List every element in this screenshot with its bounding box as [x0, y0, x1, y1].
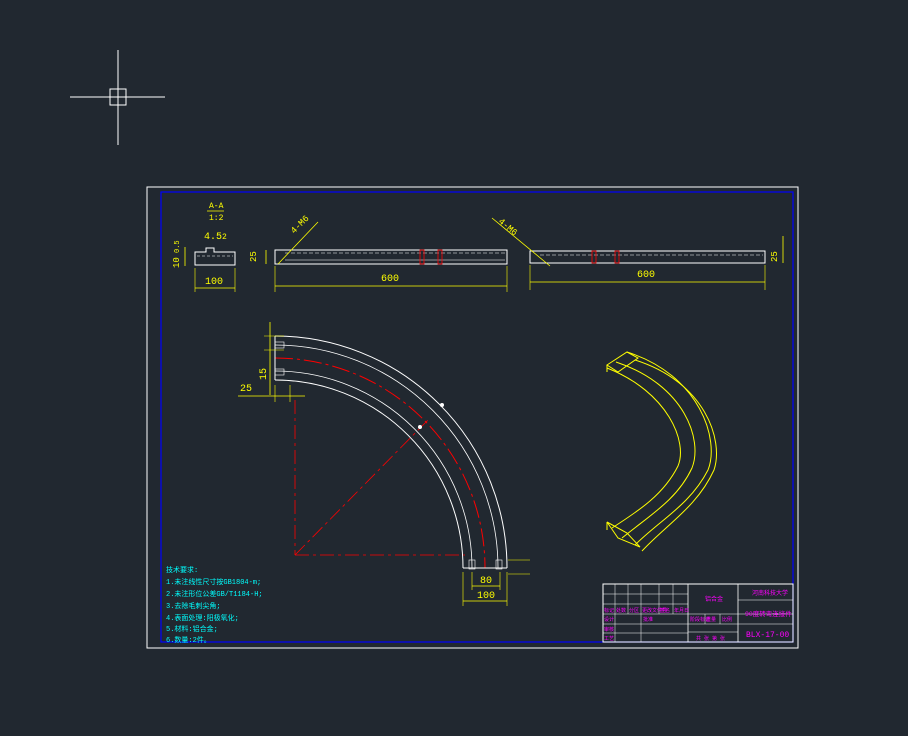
- section-label-bottom: 1:2: [209, 214, 224, 223]
- title-row-label: 设计: [604, 616, 614, 623]
- section-dim-top-small: 2: [222, 233, 227, 242]
- section-dim-height: 10: [172, 257, 182, 268]
- title-mid-label: 年月日: [674, 607, 689, 614]
- title-drawing-no: BLX-17-00: [746, 631, 789, 640]
- title-school: 河南科技大学: [752, 589, 788, 597]
- section-view: A-A 1:2 4.5 2 10 0.5 100: [172, 202, 236, 292]
- title-sheet-label: 共 张 第 张: [696, 635, 725, 642]
- front-dim-height: 25: [249, 251, 259, 262]
- title-scale-label: 比例: [722, 616, 732, 623]
- title-mid-label: 分区: [629, 607, 639, 614]
- section-dim-width: 100: [205, 277, 223, 288]
- title-mid-label: 标记: [604, 607, 614, 614]
- title-part-name: 90度转弯连接件: [745, 609, 792, 618]
- section-label-top: A-A: [209, 202, 224, 211]
- notes-item: 6.数量:2件。: [166, 635, 211, 645]
- notes-item: 5.材料:铝合金;: [166, 624, 218, 634]
- front-dim-length: 600: [381, 274, 399, 285]
- title-block: 标记 处数 分区 更改文件号 签名 年月日 设计 审核 工艺 批准 阶段标记 重…: [602, 583, 794, 643]
- technical-notes: 技术要求: 1.未注线性尺寸按GB1804-m; 2.未注形位公差GB/T118…: [166, 565, 263, 645]
- notes-item: 2.未注形位公差GB/T1184-H;: [166, 589, 263, 599]
- plan-view: 15 25 80 100: [238, 322, 530, 606]
- title-weight-label: 重量: [706, 616, 716, 623]
- title-row-label: 工艺: [604, 636, 614, 642]
- notes-item: 3.去除毛刺尖角;: [166, 601, 221, 611]
- notes-title: 技术要求:: [166, 565, 198, 575]
- section-dim-top: 4.5: [204, 232, 222, 243]
- crosshair-cursor-icon: [70, 50, 165, 145]
- section-dim-height-small: 0.5: [174, 240, 182, 253]
- side-thread-label: 4-M6: [496, 217, 519, 239]
- plan-dim-15: 15: [259, 368, 270, 380]
- notes-item: 4.表面处理:阳极氧化;: [166, 613, 239, 623]
- plan-dim-100: 100: [477, 591, 495, 602]
- side-view: 4-M6 25 600: [491, 217, 784, 290]
- side-dim-height: 25: [770, 251, 780, 262]
- front-view: 4-M6 25 600: [249, 214, 508, 292]
- title-mid-label: 签名: [660, 607, 670, 614]
- drawing-canvas[interactable]: A-A 1:2 4.5 2 10 0.5 100 4-M6 25 600 4-M…: [0, 0, 908, 736]
- title-row-label: 批准: [643, 616, 653, 623]
- title-mid-label: 处数: [616, 607, 626, 614]
- plan-dim-80: 80: [480, 576, 492, 587]
- title-row-label: 审核: [604, 626, 614, 633]
- side-dim-length: 600: [637, 270, 655, 281]
- isometric-view: [606, 351, 717, 552]
- notes-item: 1.未注线性尺寸按GB1804-m;: [166, 577, 261, 587]
- plan-dim-25: 25: [240, 384, 252, 395]
- title-material: 铝合金: [705, 595, 723, 603]
